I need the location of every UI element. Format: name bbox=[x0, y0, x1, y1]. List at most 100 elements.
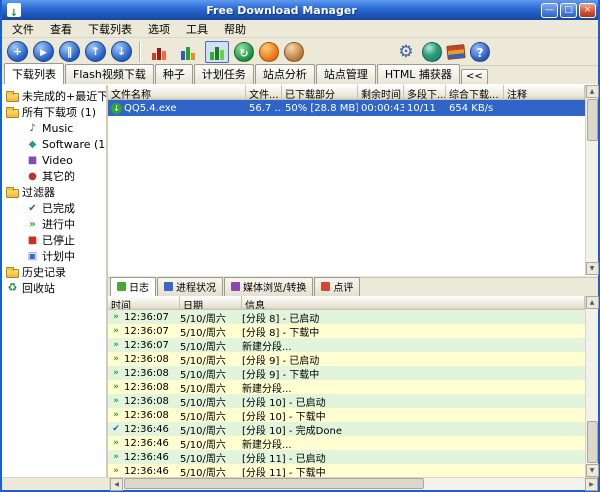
minimize-button[interactable]: — bbox=[541, 3, 558, 18]
tab-site-explorer[interactable]: 站点分析 bbox=[255, 64, 315, 84]
sidebar-item-running[interactable]: 进行中 bbox=[2, 216, 106, 232]
menu-file[interactable]: 文件 bbox=[4, 19, 42, 39]
scroll-up-button[interactable] bbox=[586, 296, 599, 309]
download-sections-cell: 10/11 bbox=[404, 103, 446, 114]
help-button[interactable] bbox=[470, 42, 490, 62]
tab-torrents[interactable]: 种子 bbox=[155, 64, 193, 84]
downloads-chart-button[interactable] bbox=[176, 41, 200, 63]
col-speed[interactable]: 综合下载... bbox=[446, 85, 504, 100]
sidebar-item-video[interactable]: Video bbox=[2, 152, 106, 168]
menu-help[interactable]: 帮助 bbox=[216, 19, 254, 39]
sidebar-item-completed[interactable]: 已完成 bbox=[2, 200, 106, 216]
scheduler-button[interactable] bbox=[234, 42, 254, 62]
media-icon bbox=[231, 282, 240, 291]
log-row[interactable]: 12:36:07 5/10/周六 新建分段... bbox=[108, 338, 585, 352]
sidebar-item-filters[interactable]: 过滤器 bbox=[2, 184, 106, 200]
move-up-queue-button[interactable] bbox=[85, 41, 106, 62]
start-download-button[interactable] bbox=[33, 41, 54, 62]
log-date: 5/10/周六 bbox=[180, 366, 242, 381]
log-vertical-scrollbar[interactable] bbox=[585, 296, 598, 477]
download-row-selected[interactable]: QQ5.4.exe 56.7 ... 50% [28.8 MB] 00:00:4… bbox=[108, 100, 585, 116]
col-file-name[interactable]: 文件名称 bbox=[108, 85, 246, 100]
scroll-down-button[interactable] bbox=[586, 464, 599, 477]
tab-download-list[interactable]: 下载列表 bbox=[4, 63, 64, 84]
log-row[interactable]: 12:36:46 5/10/周六 新建分段... bbox=[108, 436, 585, 450]
sidebar-item-music[interactable]: Music bbox=[2, 120, 106, 136]
sidebar-item-stopped[interactable]: 已停止 bbox=[2, 232, 106, 248]
recycle-bin-icon bbox=[6, 281, 19, 295]
scroll-right-button[interactable] bbox=[585, 478, 598, 491]
col-file-size[interactable]: 文件... bbox=[246, 85, 282, 100]
log-panel: 时间 日期 信息 12:36:07 5/10/周六 [分段 8] - 已启动 bbox=[108, 296, 598, 477]
horizontal-scrollbar[interactable] bbox=[2, 477, 598, 490]
maximize-button[interactable]: □ bbox=[560, 3, 577, 18]
segment-arrow-icon bbox=[108, 352, 124, 366]
downloads-table-header: 文件名称 文件... 已下载部分 剩余时间 多段下... 综合下载... 注释 bbox=[108, 85, 585, 100]
menu-view[interactable]: 查看 bbox=[42, 19, 80, 39]
scroll-thumb[interactable] bbox=[124, 478, 424, 489]
tab-media[interactable]: 媒体浏览/转换 bbox=[224, 277, 313, 296]
accounts-button[interactable] bbox=[284, 42, 304, 62]
browser-integration-button[interactable] bbox=[422, 42, 442, 62]
log-time: 12:36:08 bbox=[124, 354, 180, 365]
menu-download-list[interactable]: 下载列表 bbox=[80, 19, 140, 39]
speed-chart-button[interactable] bbox=[205, 41, 229, 63]
downloads-vertical-scrollbar[interactable] bbox=[585, 85, 598, 275]
log-row[interactable]: 12:36:08 5/10/周六 [分段 9] - 下载中 bbox=[108, 366, 585, 380]
col-downloaded[interactable]: 已下载部分 bbox=[282, 85, 358, 100]
log-row[interactable]: 12:36:46 5/10/周六 [分段 11] - 下载中 bbox=[108, 464, 585, 477]
sidebar-item-scheduled[interactable]: 计划中 bbox=[2, 248, 106, 264]
col-time-left[interactable]: 剩余时间 bbox=[358, 85, 404, 100]
log-row[interactable]: 12:36:08 5/10/周六 [分段 9] - 已启动 bbox=[108, 352, 585, 366]
scroll-up-button[interactable] bbox=[586, 85, 599, 98]
log-row[interactable]: 12:36:46 5/10/周六 [分段 10] - 完成Done bbox=[108, 422, 585, 436]
download-arrow-icon bbox=[111, 103, 122, 114]
settings-button[interactable] bbox=[395, 41, 417, 63]
tab-site-manager[interactable]: 站点管理 bbox=[316, 64, 376, 84]
tab-log[interactable]: 日志 bbox=[110, 277, 156, 296]
log-row[interactable]: 12:36:07 5/10/周六 [分段 8] - 下载中 bbox=[108, 324, 585, 338]
scroll-down-button[interactable] bbox=[586, 262, 599, 275]
tab-html-spider[interactable]: HTML 捕获器 bbox=[377, 64, 460, 84]
tab-flash-video[interactable]: Flash视频下载 bbox=[65, 64, 154, 84]
tab-progress[interactable]: 进程状况 bbox=[157, 277, 223, 296]
close-button[interactable]: × bbox=[579, 3, 596, 18]
log-row[interactable]: 12:36:46 5/10/周六 [分段 11] - 已启动 bbox=[108, 450, 585, 464]
add-download-button[interactable] bbox=[7, 41, 28, 62]
log-row[interactable]: 12:36:08 5/10/周六 [分段 10] - 已启动 bbox=[108, 394, 585, 408]
scroll-thumb[interactable] bbox=[587, 421, 598, 463]
scroll-thumb[interactable] bbox=[587, 99, 598, 141]
tree-label: 已完成 bbox=[42, 200, 75, 216]
log-row[interactable]: 12:36:08 5/10/周六 新建分段... bbox=[108, 380, 585, 394]
scroll-left-button[interactable] bbox=[110, 478, 123, 491]
sidebar-item-recent-downloads[interactable]: 未完成的+最近下载 bbox=[2, 88, 106, 104]
move-down-queue-button[interactable] bbox=[111, 41, 132, 62]
sidebar-item-other[interactable]: 其它的 bbox=[2, 168, 106, 184]
log-date: 5/10/周六 bbox=[180, 464, 242, 478]
site-traffic-chart-button[interactable] bbox=[147, 41, 171, 63]
log-row[interactable]: 12:36:08 5/10/周六 [分段 10] - 下载中 bbox=[108, 408, 585, 422]
other-category-icon bbox=[26, 170, 39, 183]
log-col-time[interactable]: 时间 bbox=[108, 296, 180, 310]
sidebar-item-all-downloads[interactable]: 所有下载项 (1) bbox=[2, 104, 106, 120]
col-comment[interactable]: 注释 bbox=[504, 85, 585, 100]
tutorials-button[interactable] bbox=[446, 44, 465, 60]
col-sections[interactable]: 多段下... bbox=[404, 85, 446, 100]
log-col-info[interactable]: 信息 bbox=[242, 296, 585, 310]
menu-tools[interactable]: 工具 bbox=[178, 19, 216, 39]
software-icon bbox=[26, 138, 39, 151]
titlebar[interactable]: Free Download Manager — □ × bbox=[2, 0, 598, 20]
pause-download-button[interactable] bbox=[59, 41, 80, 62]
sidebar-item-history[interactable]: 历史记录 bbox=[2, 264, 106, 280]
tree-label: Software (1) bbox=[42, 138, 108, 151]
sidebar-item-recycle-bin[interactable]: 回收站 bbox=[2, 280, 106, 296]
community-button[interactable] bbox=[259, 42, 279, 62]
log-col-date[interactable]: 日期 bbox=[180, 296, 242, 310]
log-row[interactable]: 12:36:07 5/10/周六 [分段 8] - 已启动 bbox=[108, 310, 585, 324]
tree-label: 未完成的+最近下载 bbox=[22, 88, 108, 104]
tab-comments[interactable]: 点评 bbox=[314, 277, 360, 296]
collapse-tabs-button[interactable]: << bbox=[461, 69, 488, 84]
sidebar-item-software[interactable]: Software (1) bbox=[2, 136, 106, 152]
menu-options[interactable]: 选项 bbox=[140, 19, 178, 39]
tab-scheduler[interactable]: 计划任务 bbox=[194, 64, 254, 84]
